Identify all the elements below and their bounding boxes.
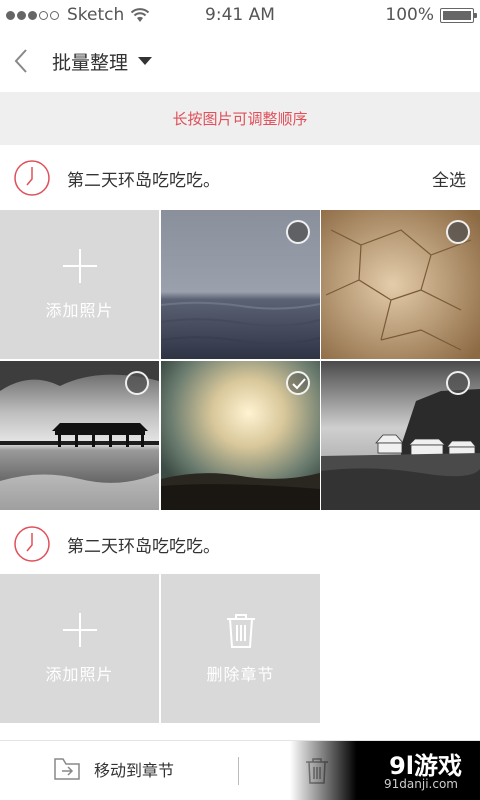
- battery-icon: [440, 7, 477, 23]
- photo-thumbnail[interactable]: [0, 361, 159, 510]
- divider: [238, 757, 239, 785]
- photo-thumbnail[interactable]: [321, 210, 480, 359]
- page-title[interactable]: 批量整理: [52, 48, 128, 75]
- reorder-hint: 长按图片可调整顺序: [0, 92, 480, 145]
- add-photo-label: 添加照片: [45, 664, 114, 684]
- select-checkbox[interactable]: [446, 371, 470, 395]
- clock-icon: [14, 160, 50, 196]
- bottom-action-bar: 移动到章节 9l游戏 91danji.com: [0, 740, 480, 800]
- watermark-url: 91danji.com: [384, 777, 458, 791]
- watermark: 9l游戏 91danji.com: [290, 741, 480, 800]
- photo-thumbnail[interactable]: [161, 210, 320, 359]
- nav-bar: 批量整理: [0, 30, 480, 92]
- add-photo-button[interactable]: 添加照片: [0, 210, 159, 359]
- back-button[interactable]: [14, 47, 38, 75]
- trash-icon: [226, 613, 255, 648]
- clock-icon: [14, 526, 50, 562]
- move-to-chapter-label: 移动到章节: [94, 761, 175, 780]
- chapter-title: 第二天环岛吃吃吃。: [67, 536, 220, 557]
- chapter-header: 第二天环岛吃吃吃。: [0, 512, 480, 576]
- caret-down-icon[interactable]: [138, 57, 153, 65]
- plus-icon: [62, 612, 97, 647]
- select-checkbox-checked[interactable]: [286, 371, 310, 395]
- select-checkbox[interactable]: [125, 371, 149, 395]
- add-photo-label: 添加照片: [45, 300, 114, 320]
- chapter-header: 第二天环岛吃吃吃。 全选: [0, 146, 480, 210]
- move-to-chapter-button[interactable]: 移动到章节: [54, 757, 174, 781]
- chapter-title: 第二天环岛吃吃吃。: [67, 170, 220, 191]
- select-checkbox[interactable]: [446, 220, 470, 244]
- chevron-left-icon: [14, 49, 27, 73]
- battery-percent: 100%: [385, 5, 434, 25]
- watermark-logo: 9l游戏: [389, 752, 462, 780]
- checkmark-icon: [292, 378, 306, 390]
- select-checkbox[interactable]: [286, 220, 310, 244]
- folder-move-icon: [54, 758, 80, 780]
- plus-icon: [62, 248, 97, 283]
- status-bar: Sketch 9:41 AM 100%: [0, 0, 480, 30]
- delete-chapter-label: 删除章节: [206, 664, 275, 684]
- select-all-button[interactable]: 全选: [432, 166, 466, 191]
- photo-thumbnail[interactable]: [321, 361, 480, 510]
- add-photo-button[interactable]: 添加照片: [0, 574, 159, 723]
- photo-thumbnail[interactable]: [161, 361, 320, 510]
- delete-chapter-button[interactable]: 删除章节: [161, 574, 320, 723]
